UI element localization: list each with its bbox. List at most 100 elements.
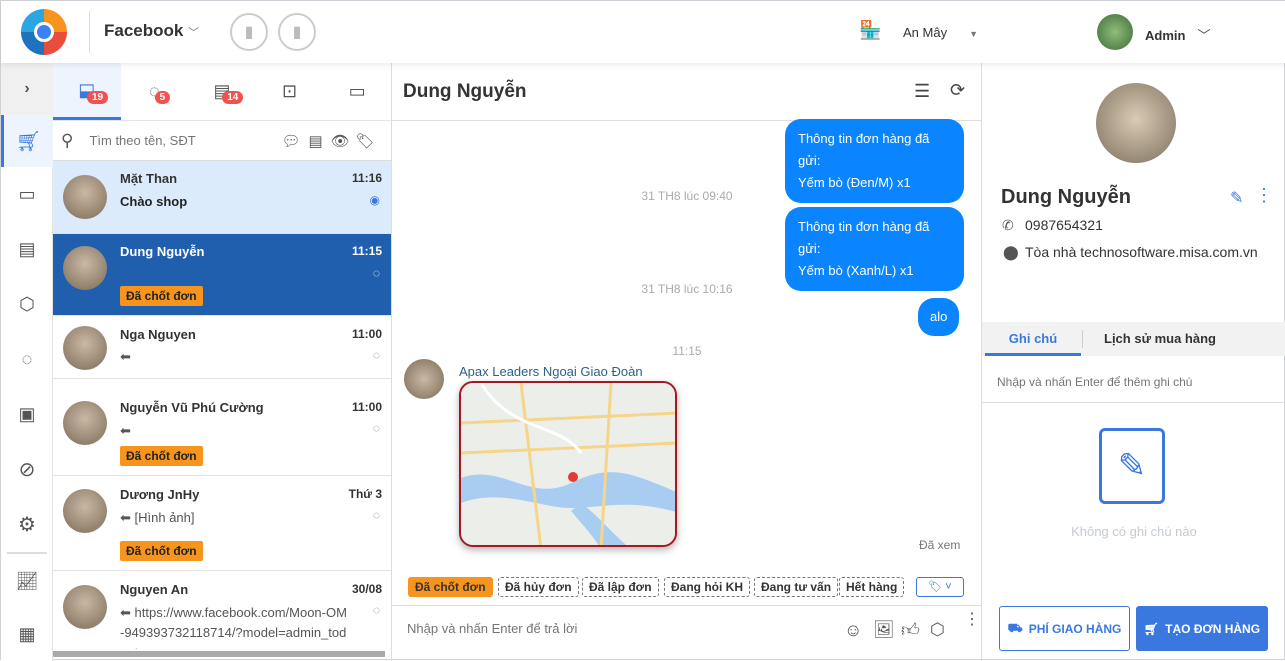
channel-selector[interactable]: Facebook ﹀ — [104, 21, 199, 41]
expand-icon[interactable]: › — [1, 63, 53, 115]
contact-name: Nguyễn Vũ Phú Cường — [120, 400, 264, 415]
time: 11:16 — [351, 171, 382, 185]
tag-dropdown[interactable]: 🏷︎ ˅ — [916, 577, 964, 597]
customer-panel: Dung Nguyễn ✎ ⋮ ✆ 0987654321 ⬤ Tòa nhà t… — [982, 63, 1285, 661]
quick-tag[interactable]: Đã lập đơn — [582, 577, 659, 597]
emoji-icon[interactable]: ☺ — [844, 620, 862, 641]
list-item[interactable]: Dung Nguyễn 11:15 ◌ Đã chốt đơn — [53, 234, 391, 316]
list-item[interactable]: Nguyen An 30/08 ⬅ https://www.facebook.c… — [53, 571, 391, 661]
video-icon[interactable]: ▭ — [1, 168, 53, 220]
message-bubble: Thông tin đơn hàng đã gửi: Yếm bò (Xanh/L… — [785, 207, 964, 291]
location-icon: ⬤ — [1003, 244, 1019, 260]
avatar — [63, 489, 107, 533]
horizontal-scrollbar[interactable] — [53, 651, 385, 657]
reply-input[interactable] — [407, 621, 827, 636]
contact-name: Dung Nguyễn — [120, 244, 205, 259]
tag-icon: 🏷︎ — [928, 581, 943, 593]
report-clock-icon[interactable]: ▦ — [1, 608, 53, 660]
divider — [7, 552, 47, 554]
customer-phone: 0987654321 — [1025, 217, 1103, 233]
create-order-button[interactable]: 🛒︎ TẠO ĐƠN HÀNG — [1136, 606, 1268, 651]
map-image[interactable] — [459, 381, 677, 547]
time: 11:00 — [351, 400, 382, 414]
cart-icon: 🛒︎ — [1143, 621, 1160, 636]
quick-tag[interactable]: Đã hủy đơn — [498, 577, 579, 597]
branch-selector[interactable]: An Mây ▼ — [903, 25, 978, 40]
note-filter-icon[interactable]: ▤ — [309, 132, 323, 150]
time: 11:15 — [351, 244, 382, 258]
tab-notes[interactable]: Ghi chú — [985, 322, 1081, 356]
chevron-down-icon: ﹀ — [1197, 28, 1211, 43]
list-icon[interactable]: ☰ — [914, 81, 930, 102]
tag-icon[interactable]: 🏷︎ — [356, 132, 375, 150]
list-item[interactable]: Nguyễn Vũ Phú Cường 11:00 ⬅ ◌ Đã chốt đơ… — [53, 379, 391, 476]
edit-icon[interactable]: ✎ — [1230, 188, 1243, 208]
tab-comments[interactable]: ▤ 14 — [188, 63, 256, 120]
contact-name: Mặt Than — [120, 171, 178, 186]
eye-icon[interactable]: 👁︎ — [331, 132, 350, 150]
sender-name: Apax Leaders Ngoại Giao Đoàn — [459, 364, 643, 379]
tab-purchase-history[interactable]: Lịch sử mua hàng — [1104, 322, 1216, 356]
quick-tag[interactable]: Đang tư vấn — [754, 577, 839, 597]
user-name: Admin — [1145, 28, 1186, 43]
messenger-icon: ◌ — [372, 266, 380, 280]
phone-icon: ✆ — [1002, 217, 1014, 233]
image-icon[interactable]: 🖼︎ — [873, 620, 895, 640]
user-menu[interactable]: Admin ﹀ — [1145, 25, 1210, 44]
tab-bot[interactable]: ⊡ — [256, 63, 324, 120]
ban-icon[interactable]: ⊘ — [1, 443, 53, 495]
contact-name: Dương JnHy — [120, 487, 200, 502]
shop-bag-icon[interactable]: ▮ — [278, 13, 316, 51]
box-icon[interactable]: ⬡ — [1, 278, 53, 330]
quick-tag[interactable]: Đã chốt đơn — [408, 577, 493, 597]
tab-inbox[interactable]: ⬓ 19 — [53, 63, 121, 120]
channel-tabs: ⬓ 19 ◌ 5 ▤ 14 ⊡ ▭ — [53, 63, 391, 121]
video-icon: ▭ — [348, 81, 366, 101]
messenger-icon[interactable]: ◌ — [1, 333, 53, 385]
shipping-fee-button[interactable]: ⛟ PHÍ GIAO HÀNG — [999, 606, 1130, 651]
avatar[interactable] — [1097, 14, 1133, 50]
chevron-down-icon: ﹀ — [188, 27, 200, 39]
preview: [Hình ảnh] — [134, 510, 195, 525]
like-icon[interactable]: 👍︎ — [901, 619, 920, 641]
cart-icon[interactable]: 🛒︎ — [1, 115, 53, 167]
gear-icon[interactable]: ⚙ — [1, 498, 53, 550]
preview: https://www.facebook.com/Moon-OM-9493937… — [120, 605, 347, 649]
tab-messenger[interactable]: ◌ 5 — [121, 63, 189, 120]
chat-panel: Dung Nguyễn ☰ ⟳ Thông tin đơn hàng đã gử… — [392, 63, 982, 661]
quick-tag[interactable]: Đang hỏi KH — [664, 577, 750, 597]
messenger-icon: ◌ — [372, 603, 380, 617]
quick-tag[interactable]: Hết hàng — [839, 577, 905, 597]
customer-avatar — [1096, 83, 1176, 163]
product-search-icon[interactable]: ⬡ — [930, 620, 945, 640]
status-tag: Đã chốt đơn — [120, 541, 203, 561]
refresh-icon[interactable]: ⟳ — [950, 80, 965, 101]
tab-video[interactable]: ▭ — [323, 63, 391, 120]
shop-bag-icon[interactable]: ▮ — [230, 13, 268, 51]
list-item[interactable]: Dương JnHy Thứ 3 ⬅ [Hình ảnh] ◌ Đã chốt … — [53, 476, 391, 571]
document-icon[interactable]: ▤ — [1, 223, 53, 275]
divider — [392, 605, 981, 606]
search-input[interactable] — [89, 133, 270, 148]
chart-icon[interactable]: 📈︎ — [1, 555, 53, 607]
map-graphic — [461, 383, 675, 545]
avatar — [63, 246, 107, 290]
avatar — [404, 359, 444, 399]
messenger-icon: ◌ — [372, 421, 380, 435]
messenger-icon: ◌ — [372, 348, 380, 362]
note-input[interactable] — [997, 375, 1277, 389]
list-item[interactable]: Nga Nguyen 11:00 ⬅ ◌ — [53, 316, 391, 379]
app-logo[interactable] — [21, 9, 67, 55]
channel-label: Facebook — [104, 21, 184, 40]
top-bar: Facebook ﹀ ▮ ▮ 🏪 An Mây ▼ Admin ﹀ — [1, 1, 1285, 63]
contact-card-icon[interactable]: ▣ — [1, 388, 53, 440]
more-icon[interactable]: ⋮ — [964, 612, 980, 628]
reply-icon: ⬅ — [120, 349, 131, 364]
time: Thứ 3 — [348, 487, 382, 501]
search-bar: ⚲ 💬︎ ▤ 👁︎ 🏷︎ — [53, 121, 391, 161]
badge: 19 — [87, 91, 109, 104]
avatar — [63, 401, 107, 445]
more-icon[interactable]: ⋮ — [1255, 185, 1273, 206]
chat-filter-icon[interactable]: 💬︎ — [281, 132, 300, 150]
list-item[interactable]: Mặt Than 11:16 Chào shop ◉ — [53, 161, 391, 234]
